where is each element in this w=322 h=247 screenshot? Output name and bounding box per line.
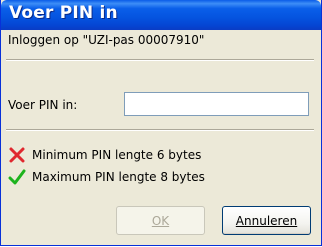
ok-button-label: OK bbox=[151, 213, 170, 228]
rule-maximum-length: Maximum PIN lengte 8 bytes bbox=[8, 167, 205, 187]
rule-minimum-text: Minimum PIN lengte 6 bytes bbox=[32, 148, 202, 162]
window-title: Voer PIN in bbox=[9, 3, 118, 23]
cancel-button[interactable]: Annuleren bbox=[222, 206, 311, 235]
login-description: Inloggen op "UZI-pas 00007910" bbox=[8, 33, 205, 47]
separator-top bbox=[6, 59, 314, 61]
title-bar[interactable]: Voer PIN in bbox=[1, 0, 321, 30]
red-cross-icon bbox=[9, 147, 25, 163]
pin-input[interactable] bbox=[124, 92, 309, 116]
rule-minimum-length: Minimum PIN lengte 6 bytes bbox=[8, 145, 201, 165]
ok-button[interactable]: OK bbox=[116, 206, 205, 235]
cancel-button-label: Annuleren bbox=[235, 213, 298, 228]
green-check-icon bbox=[8, 169, 26, 185]
pin-label: Voer PIN in: bbox=[8, 98, 78, 112]
separator-bottom bbox=[6, 129, 314, 131]
rule-maximum-text: Maximum PIN lengte 8 bytes bbox=[32, 170, 205, 184]
